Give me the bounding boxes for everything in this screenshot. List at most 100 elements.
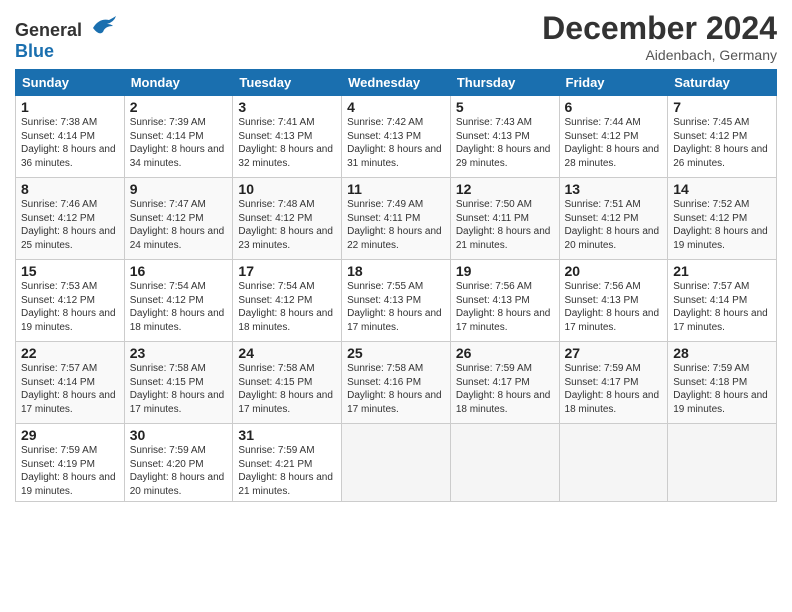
calendar-cell: 5Sunrise: 7:43 AMSunset: 4:13 PMDaylight… [450,96,559,178]
day-number: 25 [347,345,445,361]
cell-info: Sunrise: 7:43 AMSunset: 4:13 PMDaylight:… [456,116,554,170]
day-number: 24 [238,345,336,361]
calendar-cell: 16Sunrise: 7:54 AMSunset: 4:12 PMDayligh… [124,260,233,342]
cell-info: Sunrise: 7:38 AMSunset: 4:14 PMDaylight:… [21,116,119,170]
weekday-header-row: SundayMondayTuesdayWednesdayThursdayFrid… [16,70,777,96]
calendar-cell: 22Sunrise: 7:57 AMSunset: 4:14 PMDayligh… [16,342,125,424]
day-number: 2 [130,99,228,115]
cell-info: Sunrise: 7:59 AMSunset: 4:19 PMDaylight:… [21,444,119,498]
cell-info: Sunrise: 7:44 AMSunset: 4:12 PMDaylight:… [565,116,663,170]
day-number: 3 [238,99,336,115]
bird-icon [89,14,117,36]
weekday-header-tuesday: Tuesday [233,70,342,96]
day-number: 20 [565,263,663,279]
cell-info: Sunrise: 7:53 AMSunset: 4:12 PMDaylight:… [21,280,119,334]
calendar-week-row-5: 29Sunrise: 7:59 AMSunset: 4:19 PMDayligh… [16,424,777,502]
calendar-cell: 3Sunrise: 7:41 AMSunset: 4:13 PMDaylight… [233,96,342,178]
cell-info: Sunrise: 7:54 AMSunset: 4:12 PMDaylight:… [238,280,336,334]
day-number: 16 [130,263,228,279]
cell-info: Sunrise: 7:52 AMSunset: 4:12 PMDaylight:… [673,198,771,252]
calendar-cell: 15Sunrise: 7:53 AMSunset: 4:12 PMDayligh… [16,260,125,342]
calendar-cell: 28Sunrise: 7:59 AMSunset: 4:18 PMDayligh… [668,342,777,424]
day-number: 31 [238,427,336,443]
calendar-cell: 29Sunrise: 7:59 AMSunset: 4:19 PMDayligh… [16,424,125,502]
day-number: 28 [673,345,771,361]
calendar-week-row-2: 8Sunrise: 7:46 AMSunset: 4:12 PMDaylight… [16,178,777,260]
day-number: 11 [347,181,445,197]
day-number: 30 [130,427,228,443]
day-number: 5 [456,99,554,115]
cell-info: Sunrise: 7:57 AMSunset: 4:14 PMDaylight:… [673,280,771,334]
calendar-cell: 18Sunrise: 7:55 AMSunset: 4:13 PMDayligh… [342,260,451,342]
calendar-cell: 1Sunrise: 7:38 AMSunset: 4:14 PMDaylight… [16,96,125,178]
weekday-header-friday: Friday [559,70,668,96]
cell-info: Sunrise: 7:59 AMSunset: 4:17 PMDaylight:… [565,362,663,416]
calendar-cell [559,424,668,502]
day-number: 9 [130,181,228,197]
day-number: 19 [456,263,554,279]
cell-info: Sunrise: 7:41 AMSunset: 4:13 PMDaylight:… [238,116,336,170]
cell-info: Sunrise: 7:45 AMSunset: 4:12 PMDaylight:… [673,116,771,170]
calendar-table: SundayMondayTuesdayWednesdayThursdayFrid… [15,69,777,502]
weekday-header-saturday: Saturday [668,70,777,96]
calendar-cell: 30Sunrise: 7:59 AMSunset: 4:20 PMDayligh… [124,424,233,502]
day-number: 26 [456,345,554,361]
calendar-week-row-3: 15Sunrise: 7:53 AMSunset: 4:12 PMDayligh… [16,260,777,342]
calendar-cell: 23Sunrise: 7:58 AMSunset: 4:15 PMDayligh… [124,342,233,424]
day-number: 15 [21,263,119,279]
cell-info: Sunrise: 7:54 AMSunset: 4:12 PMDaylight:… [130,280,228,334]
cell-info: Sunrise: 7:47 AMSunset: 4:12 PMDaylight:… [130,198,228,252]
calendar-week-row-1: 1Sunrise: 7:38 AMSunset: 4:14 PMDaylight… [16,96,777,178]
calendar-cell: 8Sunrise: 7:46 AMSunset: 4:12 PMDaylight… [16,178,125,260]
calendar-cell: 27Sunrise: 7:59 AMSunset: 4:17 PMDayligh… [559,342,668,424]
cell-info: Sunrise: 7:49 AMSunset: 4:11 PMDaylight:… [347,198,445,252]
logo-blue-text: Blue [15,41,117,62]
day-number: 22 [21,345,119,361]
day-number: 1 [21,99,119,115]
logo-general: General [15,20,82,40]
cell-info: Sunrise: 7:48 AMSunset: 4:12 PMDaylight:… [238,198,336,252]
cell-info: Sunrise: 7:57 AMSunset: 4:14 PMDaylight:… [21,362,119,416]
day-number: 4 [347,99,445,115]
weekday-header-thursday: Thursday [450,70,559,96]
calendar-week-row-4: 22Sunrise: 7:57 AMSunset: 4:14 PMDayligh… [16,342,777,424]
logo: General Blue [15,14,117,62]
calendar-cell: 25Sunrise: 7:58 AMSunset: 4:16 PMDayligh… [342,342,451,424]
page-container: General Blue December 2024 Aidenbach, Ge… [0,0,792,512]
cell-info: Sunrise: 7:58 AMSunset: 4:15 PMDaylight:… [238,362,336,416]
calendar-cell: 13Sunrise: 7:51 AMSunset: 4:12 PMDayligh… [559,178,668,260]
cell-info: Sunrise: 7:59 AMSunset: 4:21 PMDaylight:… [238,444,336,498]
day-number: 7 [673,99,771,115]
header: General Blue December 2024 Aidenbach, Ge… [15,10,777,63]
cell-info: Sunrise: 7:56 AMSunset: 4:13 PMDaylight:… [565,280,663,334]
day-number: 12 [456,181,554,197]
calendar-cell: 17Sunrise: 7:54 AMSunset: 4:12 PMDayligh… [233,260,342,342]
logo-text: General Blue [15,14,117,62]
day-number: 6 [565,99,663,115]
calendar-cell: 7Sunrise: 7:45 AMSunset: 4:12 PMDaylight… [668,96,777,178]
cell-info: Sunrise: 7:39 AMSunset: 4:14 PMDaylight:… [130,116,228,170]
calendar-cell: 26Sunrise: 7:59 AMSunset: 4:17 PMDayligh… [450,342,559,424]
day-number: 17 [238,263,336,279]
calendar-cell: 19Sunrise: 7:56 AMSunset: 4:13 PMDayligh… [450,260,559,342]
day-number: 8 [21,181,119,197]
cell-info: Sunrise: 7:55 AMSunset: 4:13 PMDaylight:… [347,280,445,334]
day-number: 18 [347,263,445,279]
day-number: 23 [130,345,228,361]
calendar-cell: 4Sunrise: 7:42 AMSunset: 4:13 PMDaylight… [342,96,451,178]
calendar-cell: 9Sunrise: 7:47 AMSunset: 4:12 PMDaylight… [124,178,233,260]
weekday-header-monday: Monday [124,70,233,96]
calendar-cell: 31Sunrise: 7:59 AMSunset: 4:21 PMDayligh… [233,424,342,502]
cell-info: Sunrise: 7:58 AMSunset: 4:15 PMDaylight:… [130,362,228,416]
weekday-header-sunday: Sunday [16,70,125,96]
logo-blue: Blue [15,41,54,61]
calendar-cell: 20Sunrise: 7:56 AMSunset: 4:13 PMDayligh… [559,260,668,342]
cell-info: Sunrise: 7:59 AMSunset: 4:17 PMDaylight:… [456,362,554,416]
cell-info: Sunrise: 7:59 AMSunset: 4:18 PMDaylight:… [673,362,771,416]
day-number: 13 [565,181,663,197]
cell-info: Sunrise: 7:42 AMSunset: 4:13 PMDaylight:… [347,116,445,170]
calendar-cell [450,424,559,502]
cell-info: Sunrise: 7:58 AMSunset: 4:16 PMDaylight:… [347,362,445,416]
day-number: 29 [21,427,119,443]
calendar-cell [342,424,451,502]
